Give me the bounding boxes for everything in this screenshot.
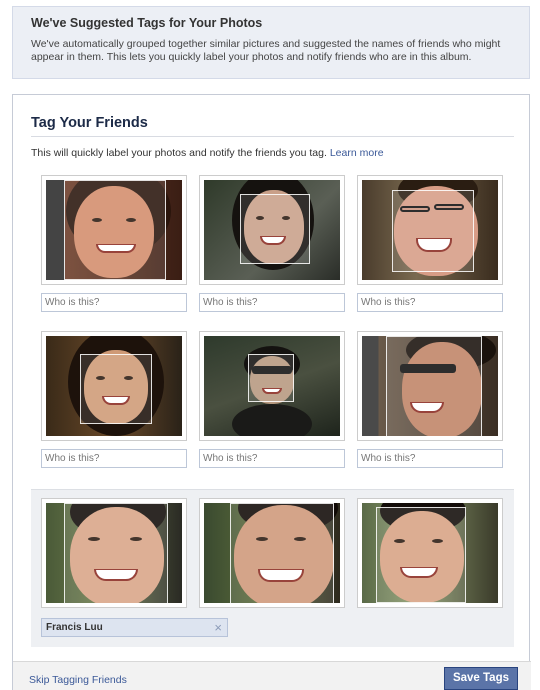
learn-more-link[interactable]: Learn more	[330, 147, 384, 159]
photo-image	[204, 503, 340, 603]
photo-image	[46, 180, 182, 280]
photo-image	[46, 503, 182, 603]
title-divider	[31, 136, 514, 137]
photo-thumbnail[interactable]	[199, 498, 345, 608]
save-tags-button[interactable]: Save Tags	[443, 667, 518, 690]
who-is-this-input[interactable]: Who is this?	[199, 293, 345, 312]
photo-thumbnail[interactable]	[41, 498, 187, 608]
photo-thumbnail[interactable]	[357, 175, 503, 285]
panel-title: Tag Your Friends	[31, 115, 148, 131]
photo-image	[362, 336, 498, 436]
tagged-name: Francis Luu	[46, 622, 103, 633]
photo-image	[46, 336, 182, 436]
photo-image	[204, 336, 340, 436]
photo-image	[204, 180, 340, 280]
photo-thumbnail[interactable]	[199, 175, 345, 285]
who-is-this-input[interactable]: Who is this?	[41, 449, 187, 468]
skip-tagging-link[interactable]: Skip Tagging Friends	[29, 674, 127, 686]
who-is-this-input[interactable]: Who is this?	[41, 293, 187, 312]
photo-image	[362, 180, 498, 280]
who-is-this-input[interactable]: Who is this?	[357, 293, 503, 312]
photo-thumbnail[interactable]	[357, 498, 503, 608]
photo-thumbnail[interactable]	[199, 331, 345, 441]
panel-intro: This will quickly label your photos and …	[31, 147, 384, 159]
panel-footer: Skip Tagging Friends Save Tags	[13, 661, 531, 690]
intro-text: This will quickly label your photos and …	[31, 147, 327, 159]
who-is-this-input[interactable]: Who is this?	[199, 449, 345, 468]
suggested-tags-notice: We've Suggested Tags for Your Photos We'…	[12, 6, 530, 79]
notice-title: We've Suggested Tags for Your Photos	[31, 16, 263, 30]
photo-group-3: Francis Luu ×	[31, 489, 514, 647]
notice-body: We've automatically grouped together sim…	[31, 38, 501, 63]
tagged-name-field[interactable]: Francis Luu ×	[41, 618, 228, 637]
photo-thumbnail[interactable]	[357, 331, 503, 441]
photo-thumbnail[interactable]	[41, 331, 187, 441]
close-icon[interactable]: ×	[214, 620, 222, 635]
tag-friends-panel: Tag Your Friends This will quickly label…	[12, 94, 531, 690]
photo-image	[362, 503, 498, 603]
who-is-this-input[interactable]: Who is this?	[357, 449, 503, 468]
photo-thumbnail[interactable]	[41, 175, 187, 285]
